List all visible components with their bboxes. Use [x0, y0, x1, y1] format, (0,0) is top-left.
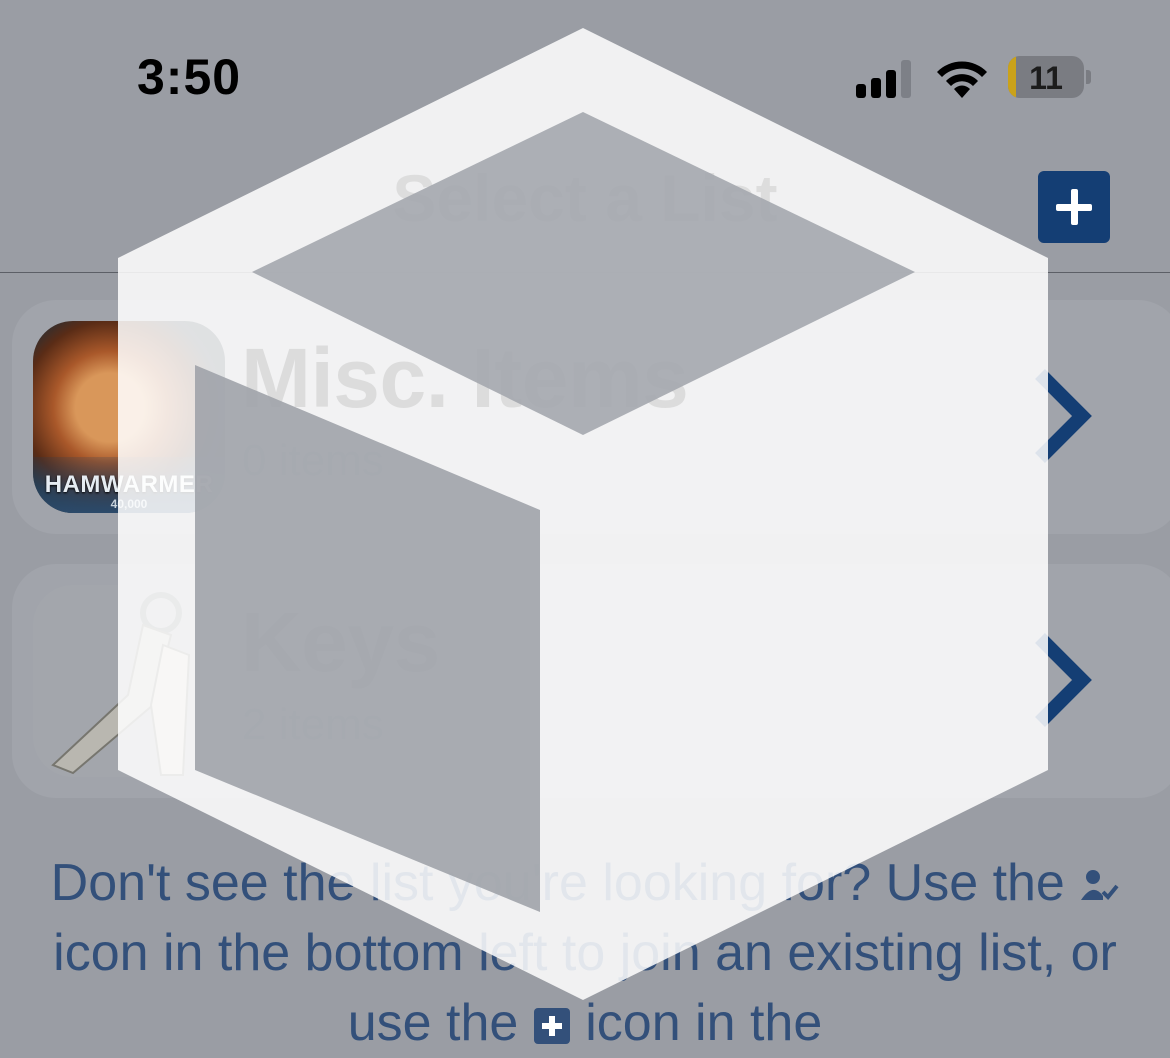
thumbnail-text: HAMWARMER — [44, 471, 214, 498]
wifi-icon — [937, 61, 987, 98]
screen: 3:50 11 Select a List HAMWARMER 40,000 M… — [0, 0, 1170, 1052]
status-time: 3:50 — [137, 49, 242, 105]
help-text-part3: icon in the — [585, 994, 823, 1052]
cellular-signal-icon — [856, 58, 914, 98]
help-text: Don't see the list you're looking for? U… — [40, 848, 1130, 1058]
chevron-right-icon[interactable] — [1022, 366, 1092, 466]
thumbnail-subtext: 40,000 — [110, 497, 148, 511]
nav-divider — [0, 272, 1170, 273]
list-name: Misc. Items — [241, 331, 689, 425]
battery-level: 11 — [1029, 60, 1063, 96]
list-name: Keys — [241, 595, 440, 689]
list-thumbnail — [33, 585, 225, 777]
person-check-icon — [1081, 870, 1119, 901]
list-count: 2 items — [242, 700, 384, 749]
battery-icon: 11 — [1008, 56, 1084, 98]
keys-image — [51, 592, 191, 776]
list-count: 0 items — [242, 436, 384, 485]
add-list-button[interactable] — [1038, 171, 1110, 243]
page-title: Select a List — [392, 161, 778, 235]
list-thumbnail: HAMWARMER 40,000 — [33, 321, 225, 513]
list-item[interactable]: HAMWARMER 40,000 Misc. Items 0 items — [12, 300, 1170, 534]
chevron-right-icon[interactable] — [1022, 630, 1092, 730]
help-text-part1: Don't see the list you're looking for? U… — [50, 854, 1065, 912]
plus-square-icon — [533, 1008, 570, 1045]
battery-cap — [1086, 70, 1091, 84]
list-item[interactable]: Keys 2 items — [12, 564, 1170, 798]
